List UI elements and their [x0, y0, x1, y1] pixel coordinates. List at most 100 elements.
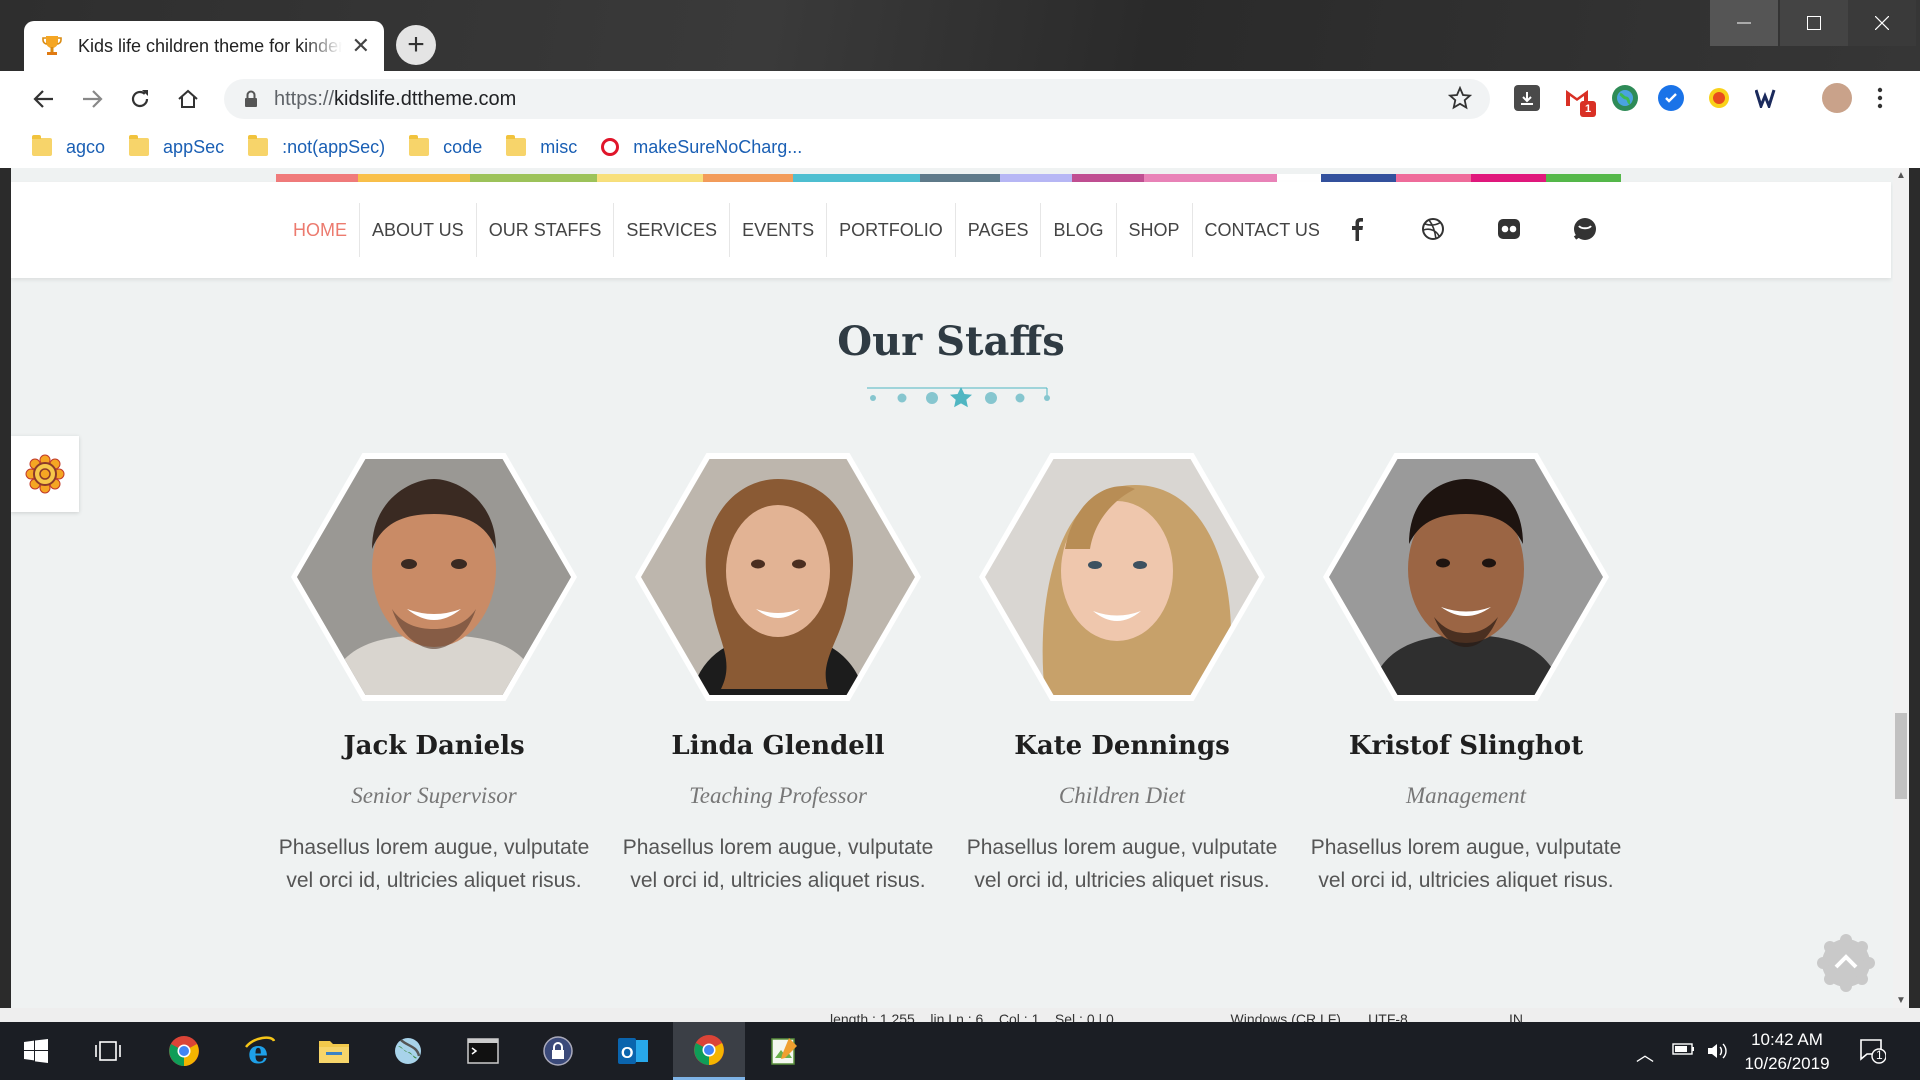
- lock-shield-icon: [543, 1036, 573, 1066]
- color-strip-segment: [920, 174, 1000, 182]
- scroll-down-arrow-icon[interactable]: ▼: [1896, 995, 1906, 1006]
- menu-blog[interactable]: BLOG: [1041, 203, 1117, 257]
- scroll-to-top-button[interactable]: [1817, 934, 1875, 992]
- show-hidden-icons-chevron-up-icon[interactable]: ︿: [1636, 1041, 1654, 1067]
- profile-avatar[interactable]: [1822, 83, 1852, 113]
- bookmark-not-appsec[interactable]: :not(appSec): [248, 135, 386, 158]
- bookmark-appsec[interactable]: appSec: [129, 135, 224, 158]
- maximize-button[interactable]: [1780, 0, 1848, 46]
- bookmark-misc[interactable]: misc: [506, 135, 577, 158]
- staff-name: Kristof Slinghot: [1348, 731, 1584, 761]
- taskbar-chrome-active[interactable]: [673, 1022, 745, 1080]
- globe-extension-icon[interactable]: [1612, 85, 1638, 111]
- bookmark-code[interactable]: code: [409, 135, 482, 158]
- menu-shop[interactable]: SHOP: [1117, 203, 1193, 257]
- flickr-icon[interactable]: [1494, 214, 1524, 244]
- notification-count: 1: [1876, 1048, 1883, 1062]
- taskbar-internet-explorer[interactable]: e: [224, 1022, 296, 1080]
- fifty-extension-icon[interactable]: [1706, 85, 1732, 111]
- color-strip-segment: [1471, 174, 1546, 182]
- volume-icon[interactable]: [1706, 1041, 1728, 1066]
- menu-services[interactable]: SERVICES: [614, 203, 731, 257]
- main-menu: HOME ABOUT US OUR STAFFS SERVICES EVENTS…: [281, 182, 1332, 278]
- staff-name: Jack Daniels: [343, 731, 525, 761]
- staff-description: Phasellus lorem augue, vulputate vel orc…: [622, 836, 934, 892]
- notepad-icon: [771, 1038, 797, 1065]
- gmail-extension-icon[interactable]: 1: [1564, 85, 1596, 117]
- back-arrow-icon: [33, 90, 53, 108]
- color-strip-segment: [1000, 174, 1072, 182]
- close-window-button[interactable]: [1848, 0, 1916, 46]
- menu-events[interactable]: EVENTS: [730, 203, 828, 257]
- folder-icon: [319, 1041, 349, 1063]
- bookmark-agco[interactable]: agco: [32, 135, 106, 158]
- back-button[interactable]: [28, 83, 60, 115]
- close-tab-icon[interactable]: ✕: [352, 35, 370, 57]
- staff-photo[interactable]: [1323, 453, 1609, 701]
- menu-portfolio[interactable]: PORTFOLIO: [827, 203, 956, 257]
- browser-toolbar: https://kidslife.dttheme.com 1: [0, 71, 1920, 126]
- check-extension-icon[interactable]: [1658, 85, 1684, 111]
- staff-description: Phasellus lorem augue, vulputate vel orc…: [1310, 836, 1622, 892]
- bookmark-star-icon[interactable]: [1448, 86, 1472, 110]
- browser-menu-button[interactable]: [1870, 85, 1890, 111]
- scrollbar-thumb[interactable]: [1895, 713, 1907, 799]
- page-viewport: HOME ABOUT US OUR STAFFS SERVICES EVENTS…: [11, 168, 1909, 1008]
- taskbar-chrome[interactable]: [148, 1022, 220, 1080]
- system-clock[interactable]: 10:42 AM 10/26/2019: [1732, 1028, 1842, 1076]
- folder-icon: [248, 135, 269, 156]
- page-scrollbar[interactable]: ▲ ▼: [1893, 168, 1909, 1008]
- bookmark-label: :not(appSec): [282, 136, 386, 157]
- w-extension-icon[interactable]: [1754, 85, 1780, 111]
- taskbar-vpn[interactable]: [522, 1022, 594, 1080]
- menu-our-staffs[interactable]: OUR STAFFS: [477, 203, 615, 257]
- taskbar-globe-app[interactable]: [372, 1022, 444, 1080]
- windows-taskbar: e O ︿ 10:42 AM 10/26/2019 1: [0, 1022, 1920, 1080]
- download-extension-icon[interactable]: [1514, 85, 1540, 111]
- chevron-up-icon: [1817, 934, 1875, 992]
- browser-tab[interactable]: Kids life children theme for kindergarte…: [24, 21, 384, 71]
- taskbar-outlook[interactable]: O: [597, 1022, 669, 1080]
- staff-photo[interactable]: [291, 453, 577, 701]
- reload-icon: [131, 90, 149, 108]
- color-strip-segment: [703, 174, 793, 182]
- kebab-menu-icon: [1877, 87, 1883, 109]
- staff-role: Children Diet: [1058, 783, 1186, 808]
- taskbar-notepad[interactable]: [748, 1022, 820, 1080]
- task-view-button[interactable]: [72, 1022, 144, 1080]
- facebook-icon[interactable]: [1342, 214, 1372, 244]
- minimize-icon: [1737, 22, 1751, 24]
- start-button[interactable]: [0, 1022, 72, 1080]
- action-center-icon[interactable]: 1: [1858, 1036, 1887, 1069]
- staff-photo[interactable]: [635, 453, 921, 701]
- scroll-up-arrow-icon[interactable]: ▲: [1896, 170, 1906, 181]
- check-icon: [1665, 93, 1677, 103]
- address-bar[interactable]: https://kidslife.dttheme.com: [224, 79, 1490, 119]
- folder-icon: [32, 135, 52, 156]
- new-tab-button[interactable]: +: [396, 25, 436, 65]
- skype-icon[interactable]: [1570, 214, 1600, 244]
- taskbar-terminal[interactable]: [447, 1022, 519, 1080]
- reload-button[interactable]: [124, 83, 156, 115]
- star-dots-divider: [867, 387, 1050, 408]
- menu-home[interactable]: HOME: [281, 203, 360, 257]
- settings-widget[interactable]: [11, 436, 79, 512]
- bookmark-label: agco: [66, 136, 106, 157]
- download-icon: [1521, 92, 1533, 105]
- staff-name: Kate Dennings: [1014, 731, 1230, 761]
- w-logo-icon: [1755, 89, 1776, 108]
- taskbar-file-explorer[interactable]: [298, 1022, 370, 1080]
- home-button[interactable]: [172, 83, 204, 115]
- forward-button[interactable]: [76, 83, 108, 115]
- bookmark-makesurenocharge[interactable]: makeSureNoCharg...: [601, 137, 802, 158]
- menu-about-us[interactable]: ABOUT US: [360, 203, 477, 257]
- dribbble-icon[interactable]: [1418, 214, 1448, 244]
- minimize-button[interactable]: [1710, 0, 1778, 46]
- battery-icon[interactable]: [1672, 1041, 1696, 1062]
- menu-pages[interactable]: PAGES: [956, 203, 1042, 257]
- tab-title: Kids life children theme for kindergarte…: [78, 35, 342, 56]
- menu-contact-us[interactable]: CONTACT US: [1193, 203, 1332, 257]
- windows-logo-icon: [24, 1039, 48, 1063]
- staff-photo[interactable]: [979, 453, 1265, 701]
- chrome-icon: [169, 1036, 199, 1066]
